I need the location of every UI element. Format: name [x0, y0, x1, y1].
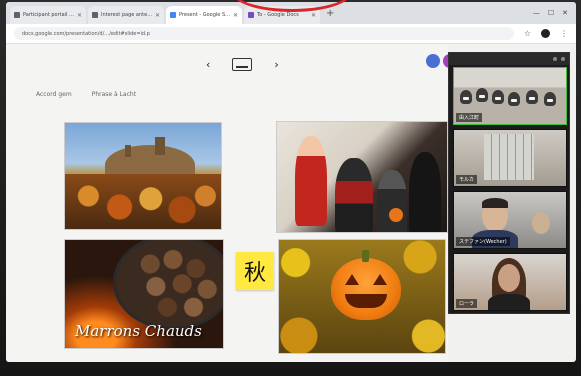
browser-tab-2[interactable]: Interest page anterior ✕ — [88, 6, 164, 24]
castle-autumn-photo — [64, 122, 222, 230]
window-controls: — ☐ ✕ — [533, 9, 576, 17]
chestnut-pan-shape — [113, 240, 223, 330]
address-bar-icons: ☆ ⋮ — [524, 29, 568, 38]
costumed-person-shape — [335, 158, 373, 232]
close-icon[interactable]: ✕ — [155, 12, 160, 19]
castle-tower-shape — [155, 137, 165, 155]
student-figure — [544, 92, 556, 106]
pumpkin-bucket-shape — [389, 208, 403, 222]
locker-background-shape — [484, 134, 534, 180]
participant-hair-shape — [482, 198, 508, 208]
costumed-person-shape — [377, 170, 407, 232]
pumpkin-shape — [331, 250, 401, 320]
costumed-person-shape — [409, 152, 441, 232]
tab-title: Présent - Google Slides — [179, 12, 231, 18]
castle-tower-shape — [125, 145, 131, 157]
close-icon[interactable]: ✕ — [233, 12, 238, 19]
more-menu-icon[interactable]: ⋮ — [560, 29, 568, 38]
docs-favicon-icon — [248, 12, 254, 18]
zoom-dot-icon — [561, 57, 565, 61]
participant-video-tile[interactable]: 由入江町 — [453, 67, 567, 125]
url-field[interactable]: docs.google.com/presentation/d/…/edit#sl… — [14, 27, 514, 40]
student-figure — [526, 90, 538, 104]
tab-title: Interest page anterior — [101, 12, 153, 18]
maximize-icon[interactable]: ☐ — [548, 9, 554, 17]
zoom-participant-panel: 由入江町 モルカ ステファン(Wecher) ローラ — [448, 52, 570, 314]
participant-name: モルカ — [456, 175, 477, 184]
close-window-icon[interactable]: ✕ — [562, 9, 568, 17]
profile-avatar-icon[interactable] — [541, 29, 550, 38]
participant-video-tile[interactable]: モルカ — [453, 129, 567, 187]
student-figure — [460, 90, 472, 104]
collaborator-avatar[interactable] — [426, 54, 440, 68]
participant-name: ステファン(Wecher) — [456, 237, 510, 246]
participant-name: ローラ — [456, 299, 478, 308]
autumn-foliage-shape — [65, 174, 221, 229]
menu-link-2[interactable]: Phrase à Lacht — [92, 91, 136, 98]
next-slide-icon[interactable]: › — [274, 58, 278, 71]
close-icon[interactable]: ✕ — [311, 12, 316, 19]
close-icon[interactable]: ✕ — [77, 12, 82, 19]
jack-o-lantern-photo — [278, 239, 446, 354]
zoom-dot-icon — [553, 57, 557, 61]
monitor-screen: Participant portail de repond ✕ Interest… — [6, 2, 576, 362]
tab-title: Participant portail de repond — [23, 12, 75, 18]
slides-area: ‹ › Accord gem Phrase à Lacht 秋 Marrons … — [6, 44, 448, 362]
pumpkin-stem-shape — [362, 250, 369, 262]
pumpkin-mouth-shape — [345, 294, 387, 308]
slide-grid-icon[interactable] — [232, 58, 253, 71]
participant-video-tile[interactable]: ローラ — [453, 253, 567, 311]
participant-video-tile[interactable]: ステファン(Wecher) — [453, 191, 567, 249]
student-figure — [492, 90, 504, 104]
student-figure — [476, 88, 488, 102]
star-icon[interactable]: ☆ — [524, 29, 531, 38]
menu-link-1[interactable]: Accord gem — [36, 91, 72, 98]
browser-tab-1[interactable]: Participant portail de repond ✕ — [10, 6, 86, 24]
halloween-costume-photo — [276, 121, 448, 233]
participant-name: 由入江町 — [456, 113, 483, 122]
slides-favicon-icon — [170, 12, 176, 18]
participant-face-shape — [532, 212, 550, 234]
pumpkin-eye-shape — [373, 274, 387, 285]
slide-navigation: ‹ › — [206, 58, 279, 71]
new-tab-icon[interactable]: + — [326, 8, 334, 19]
address-bar: docs.google.com/presentation/d/…/edit#sl… — [6, 24, 576, 44]
participant-face-shape — [498, 264, 520, 292]
student-figure — [508, 92, 520, 106]
slide-menu: Accord gem Phrase à Lacht — [36, 91, 136, 98]
minimize-icon[interactable]: — — [533, 9, 540, 17]
costumed-person-shape — [295, 136, 327, 226]
participant-body-shape — [488, 294, 530, 310]
previous-slide-icon[interactable]: ‹ — [206, 58, 210, 71]
chestnut-caption: Marrons Chauds — [75, 322, 202, 340]
tab-title: To - Google Docs — [257, 12, 299, 18]
page-favicon-icon — [14, 12, 20, 18]
pumpkin-eye-shape — [345, 274, 359, 285]
browser-tab-3[interactable]: Présent - Google Slides ✕ — [166, 6, 242, 24]
zoom-panel-header — [449, 53, 569, 65]
autumn-kanji-label: 秋 — [236, 252, 274, 290]
roasted-chestnuts-photo: Marrons Chauds — [64, 239, 224, 349]
google-favicon-icon — [92, 12, 98, 18]
